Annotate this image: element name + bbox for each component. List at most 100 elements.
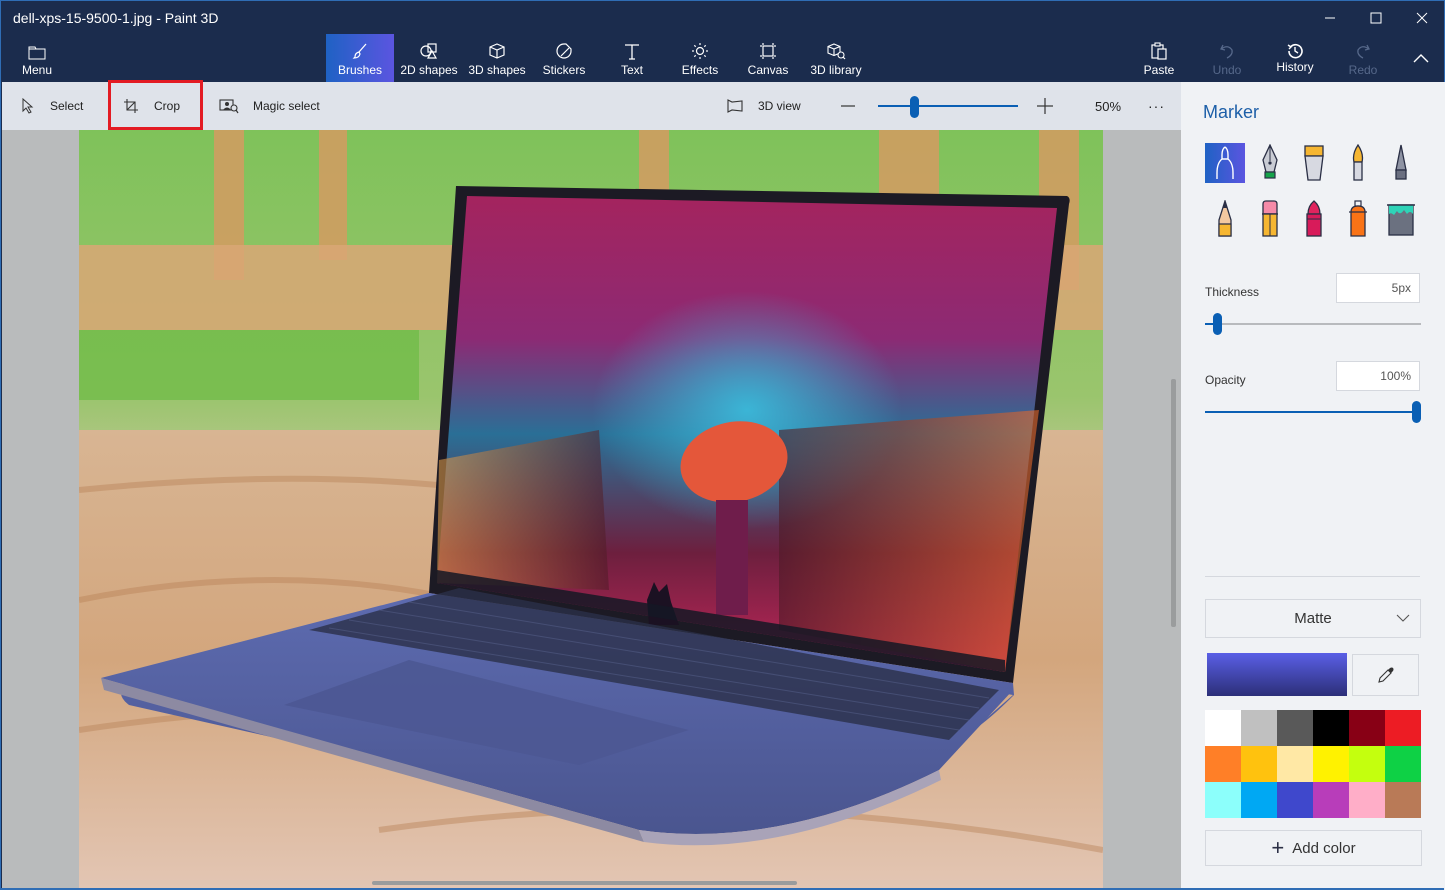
tab-text[interactable]: Text [605, 34, 659, 82]
history-button[interactable]: History [1271, 34, 1319, 82]
minus-icon [841, 105, 855, 107]
select-button[interactable]: Select [18, 82, 83, 130]
opacity-slider[interactable] [1205, 401, 1421, 423]
palette-swatch[interactable] [1205, 782, 1241, 818]
brush-eraser[interactable] [1250, 199, 1290, 239]
thickness-slider-thumb[interactable] [1213, 313, 1222, 335]
pencil-icon [1218, 200, 1232, 237]
tab-brushes[interactable]: Brushes [326, 34, 394, 82]
palette-swatch[interactable] [1277, 746, 1313, 782]
brush-oil[interactable] [1294, 143, 1334, 183]
more-options-button[interactable]: ··· [1148, 82, 1165, 130]
current-color-swatch[interactable] [1207, 653, 1347, 696]
brush-crayon[interactable] [1294, 199, 1334, 239]
add-color-button[interactable]: + Add color [1205, 830, 1422, 866]
watercolor-icon [1352, 144, 1364, 181]
palette-swatch[interactable] [1277, 782, 1313, 818]
palette-swatch[interactable] [1277, 710, 1313, 746]
laptop-photo [79, 130, 1103, 890]
brush-spray-can[interactable] [1338, 199, 1378, 239]
tab-stickers-label: Stickers [542, 63, 586, 77]
panel-title: Marker [1203, 102, 1260, 122]
tab-3d-library[interactable]: 3D library [807, 34, 865, 82]
zoom-level[interactable]: 50% [1095, 82, 1121, 130]
vertical-scrollbar[interactable] [1171, 379, 1176, 627]
tab-effects[interactable]: Effects [673, 34, 727, 82]
ribbon: Menu Brushes 2D shapes 3D shapes Sticker… [1, 34, 1444, 82]
tab-effects-label: Effects [681, 63, 719, 77]
palette-swatch[interactable] [1241, 710, 1277, 746]
palette-swatch[interactable] [1385, 710, 1421, 746]
crop-button[interactable]: Crop [122, 82, 180, 130]
redo-label: Redo [1348, 63, 1378, 77]
eyedropper-icon [1377, 667, 1393, 683]
text-icon [625, 44, 639, 60]
brush-marker[interactable] [1205, 143, 1245, 183]
finish-dropdown[interactable]: Matte [1205, 599, 1421, 638]
palette-swatch[interactable] [1241, 782, 1277, 818]
zoom-slider-thumb[interactable] [910, 96, 919, 118]
paste-button[interactable]: Paste [1137, 34, 1181, 82]
eraser-icon [1262, 200, 1278, 237]
palette-swatch[interactable] [1313, 746, 1349, 782]
brush-watercolor[interactable] [1338, 143, 1378, 183]
thickness-slider[interactable] [1205, 313, 1421, 335]
minimize-button[interactable] [1307, 1, 1353, 35]
opacity-slider-thumb[interactable] [1412, 401, 1421, 423]
palette-swatch[interactable] [1313, 782, 1349, 818]
plus-icon [1037, 98, 1053, 114]
color-palette [1205, 710, 1421, 818]
3d-view-icon [727, 99, 743, 113]
close-icon [1416, 12, 1428, 24]
redo-button[interactable]: Redo [1341, 34, 1385, 82]
tab-canvas[interactable]: Canvas [741, 34, 795, 82]
sun-icon [692, 43, 708, 59]
palette-swatch[interactable] [1349, 782, 1385, 818]
window-title: dell-xps-15-9500-1.jpg - Paint 3D [13, 10, 219, 26]
zoom-in-button[interactable] [1036, 82, 1054, 130]
horizontal-scrollbar[interactable] [372, 881, 797, 885]
brush-panel: Marker Thickness 5px Opacity 100% Matte … [1181, 82, 1445, 890]
palette-swatch[interactable] [1349, 710, 1385, 746]
close-button[interactable] [1399, 1, 1445, 35]
tab-2d-shapes[interactable]: 2D shapes [396, 34, 462, 82]
menu-label: Menu [21, 63, 53, 77]
brush-pencil[interactable] [1205, 199, 1245, 239]
minimize-icon [1325, 17, 1335, 19]
tab-3d-shapes[interactable]: 3D shapes [464, 34, 530, 82]
canvas-image[interactable] [79, 130, 1103, 890]
palette-swatch[interactable] [1313, 710, 1349, 746]
palette-swatch[interactable] [1205, 746, 1241, 782]
opacity-input[interactable]: 100% [1336, 361, 1420, 391]
crayon-icon [1306, 200, 1322, 237]
redo-icon [1357, 44, 1370, 59]
brush-calligraphy-pen[interactable] [1250, 143, 1290, 183]
palette-swatch[interactable] [1349, 746, 1385, 782]
menu-button[interactable]: Menu [11, 34, 63, 82]
tab-stickers[interactable]: Stickers [534, 34, 594, 82]
brush-fill[interactable] [1381, 199, 1421, 239]
canvas-workspace[interactable] [2, 130, 1181, 890]
canvas-icon [760, 43, 776, 59]
thickness-input[interactable]: 5px [1336, 273, 1420, 303]
palette-swatch[interactable] [1241, 746, 1277, 782]
zoom-slider-track[interactable] [878, 105, 1018, 107]
plus-icon: + [1271, 835, 1285, 860]
zoom-out-button[interactable] [840, 82, 856, 130]
maximize-button[interactable] [1353, 1, 1399, 35]
magic-select-button[interactable]: Magic select [219, 82, 320, 130]
palette-swatch[interactable] [1205, 710, 1241, 746]
palette-swatch[interactable] [1385, 746, 1421, 782]
tab-canvas-label: Canvas [747, 63, 789, 77]
calligraphy-pen-icon [1262, 144, 1278, 179]
tab-3d-library-label: 3D library [810, 63, 862, 77]
palette-swatch[interactable] [1385, 782, 1421, 818]
undo-button[interactable]: Undo [1205, 34, 1249, 82]
collapse-ribbon-button[interactable] [1405, 34, 1437, 82]
select-label: Select [50, 99, 84, 113]
brush-pixel-pen[interactable] [1381, 143, 1421, 183]
eyedropper-button[interactable] [1352, 654, 1419, 696]
chevron-up-icon [1413, 54, 1429, 63]
3d-view-toggle[interactable]: 3D view [726, 82, 801, 130]
fill-bucket-icon [1387, 204, 1415, 236]
